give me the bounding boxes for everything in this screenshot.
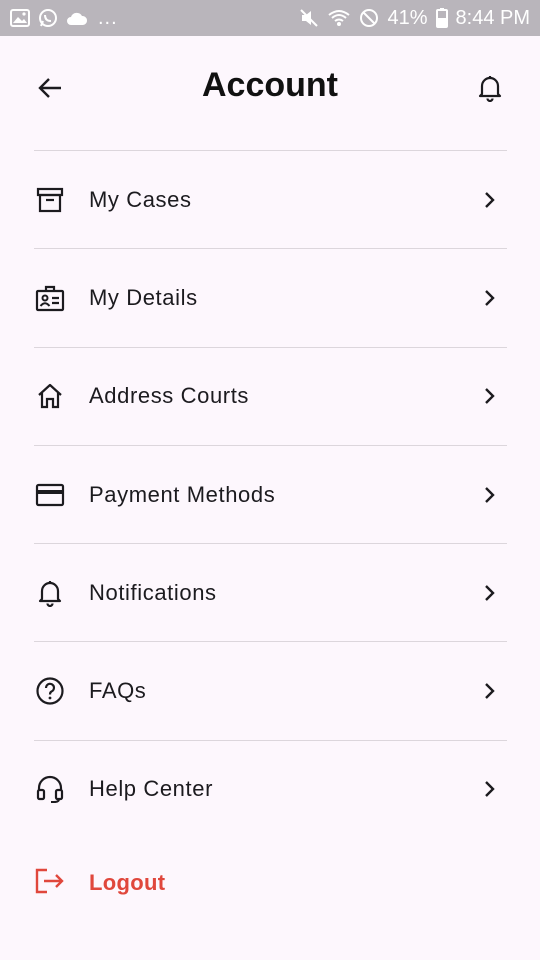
status-bar: ... 41% 8:44 PM xyxy=(0,0,540,36)
archive-box-icon xyxy=(34,184,66,216)
app-bar: Account xyxy=(0,36,540,140)
home-icon xyxy=(34,380,66,412)
menu-item-address-courts[interactable]: Address Courts xyxy=(34,346,507,445)
whatsapp-icon xyxy=(38,8,58,28)
menu-item-label: Payment Methods xyxy=(89,481,276,507)
menu-item-help-center[interactable]: Help Center xyxy=(34,739,507,838)
page-title: Account xyxy=(202,66,338,104)
status-bar-system: 41% 8:44 PM xyxy=(299,7,530,30)
chevron-right-icon xyxy=(477,483,501,507)
bell-icon xyxy=(34,577,66,609)
more-notifications-indicator: ... xyxy=(98,6,118,29)
menu-item-payment-methods[interactable]: Payment Methods xyxy=(34,444,507,543)
status-bar-notifications: ... xyxy=(10,7,118,30)
menu-item-my-cases[interactable]: My Cases xyxy=(34,150,507,248)
do-not-disturb-icon xyxy=(359,8,379,28)
wifi-icon xyxy=(327,8,351,28)
id-badge-icon xyxy=(34,282,66,314)
bell-icon xyxy=(477,74,503,107)
battery-percent: 41% xyxy=(387,6,428,29)
chevron-right-icon xyxy=(477,777,501,801)
headset-icon xyxy=(34,773,66,805)
chevron-right-icon xyxy=(477,188,501,212)
logout-icon xyxy=(34,867,66,900)
menu-item-label: Help Center xyxy=(89,776,213,802)
logout-button[interactable]: Logout xyxy=(34,858,165,908)
image-icon xyxy=(10,9,30,27)
menu-item-notifications[interactable]: Notifications xyxy=(34,543,507,641)
account-menu: My Cases My Details Address Courts Payme… xyxy=(34,150,507,838)
menu-item-label: My Cases xyxy=(89,186,192,212)
menu-item-label: Notifications xyxy=(89,579,217,605)
menu-item-my-details[interactable]: My Details xyxy=(34,248,507,346)
credit-card-icon xyxy=(34,479,66,511)
question-circle-icon xyxy=(34,675,66,707)
chevron-right-icon xyxy=(477,384,501,408)
menu-item-label: Address Courts xyxy=(89,383,250,409)
menu-item-label: My Details xyxy=(89,284,198,310)
chevron-right-icon xyxy=(477,286,501,310)
clock: 8:44 PM xyxy=(455,6,530,29)
chevron-right-icon xyxy=(477,679,501,703)
chevron-right-icon xyxy=(477,581,501,605)
battery-icon xyxy=(435,8,448,28)
cloud-icon xyxy=(66,10,88,26)
menu-item-faqs[interactable]: FAQs xyxy=(34,641,507,739)
logout-label: Logout xyxy=(89,870,166,895)
menu-item-label: FAQs xyxy=(89,678,147,704)
notifications-button[interactable] xyxy=(470,70,510,110)
mute-icon xyxy=(299,8,319,28)
